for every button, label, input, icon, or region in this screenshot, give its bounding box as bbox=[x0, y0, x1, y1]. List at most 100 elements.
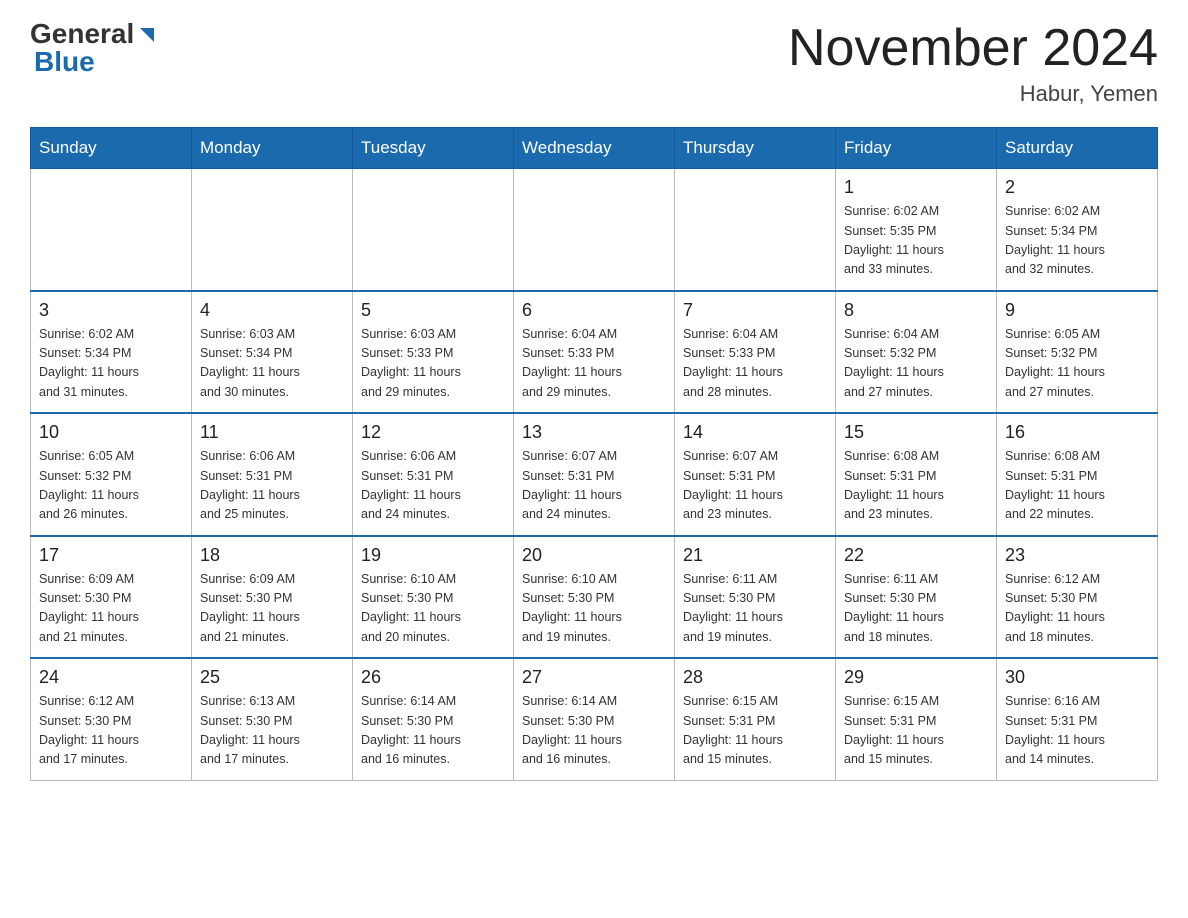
weekday-header-friday: Friday bbox=[836, 128, 997, 169]
day-number: 23 bbox=[1005, 545, 1149, 566]
day-info: Sunrise: 6:02 AMSunset: 5:34 PMDaylight:… bbox=[1005, 202, 1149, 280]
day-number: 11 bbox=[200, 422, 344, 443]
calendar-cell: 12Sunrise: 6:06 AMSunset: 5:31 PMDayligh… bbox=[353, 413, 514, 536]
calendar-week-row: 17 Sunrise: 6:09 AMSunset: 5:30 PMDayligh… bbox=[31, 536, 1158, 659]
day-info: Sunrise: 6:03 AMSunset: 5:33 PMDaylight:… bbox=[361, 325, 505, 403]
month-title: November 2024 bbox=[788, 20, 1158, 77]
logo: General Blue bbox=[30, 20, 158, 76]
calendar-cell bbox=[192, 169, 353, 291]
calendar-cell: 16 Sunrise: 6:08 AMSunset: 5:31 PMDayligh… bbox=[997, 413, 1158, 536]
day-number: 2 bbox=[1005, 177, 1149, 198]
day-number: 18 bbox=[200, 545, 344, 566]
day-info: Sunrise: 6:11 AMSunset: 5:30 PMDaylight:… bbox=[844, 570, 988, 648]
day-info: Sunrise: 6:08 AMSunset: 5:31 PMDaylight:… bbox=[844, 447, 988, 525]
calendar-cell bbox=[675, 169, 836, 291]
calendar-cell: 15 Sunrise: 6:08 AMSunset: 5:31 PMDayligh… bbox=[836, 413, 997, 536]
day-number: 20 bbox=[522, 545, 666, 566]
calendar-cell: 23Sunrise: 6:12 AMSunset: 5:30 PMDayligh… bbox=[997, 536, 1158, 659]
day-number: 4 bbox=[200, 300, 344, 321]
day-info: Sunrise: 6:14 AMSunset: 5:30 PMDaylight:… bbox=[522, 692, 666, 770]
day-number: 24 bbox=[39, 667, 183, 688]
day-info: Sunrise: 6:07 AMSunset: 5:31 PMDaylight:… bbox=[683, 447, 827, 525]
day-info: Sunrise: 6:06 AMSunset: 5:31 PMDaylight:… bbox=[200, 447, 344, 525]
weekday-header-sunday: Sunday bbox=[31, 128, 192, 169]
day-info: Sunrise: 6:09 AMSunset: 5:30 PMDaylight:… bbox=[39, 570, 183, 648]
day-info: Sunrise: 6:15 AMSunset: 5:31 PMDaylight:… bbox=[683, 692, 827, 770]
day-number: 22 bbox=[844, 545, 988, 566]
calendar-cell: 26Sunrise: 6:14 AMSunset: 5:30 PMDayligh… bbox=[353, 658, 514, 780]
day-info: Sunrise: 6:04 AMSunset: 5:33 PMDaylight:… bbox=[522, 325, 666, 403]
day-info: Sunrise: 6:12 AMSunset: 5:30 PMDaylight:… bbox=[39, 692, 183, 770]
calendar-cell: 17 Sunrise: 6:09 AMSunset: 5:30 PMDayligh… bbox=[31, 536, 192, 659]
day-number: 14 bbox=[683, 422, 827, 443]
day-info: Sunrise: 6:10 AMSunset: 5:30 PMDaylight:… bbox=[522, 570, 666, 648]
day-info: Sunrise: 6:04 AMSunset: 5:32 PMDaylight:… bbox=[844, 325, 988, 403]
day-info: Sunrise: 6:05 AMSunset: 5:32 PMDaylight:… bbox=[39, 447, 183, 525]
day-number: 13 bbox=[522, 422, 666, 443]
calendar-cell: 5 Sunrise: 6:03 AMSunset: 5:33 PMDaylight… bbox=[353, 291, 514, 414]
day-number: 16 bbox=[1005, 422, 1149, 443]
day-number: 9 bbox=[1005, 300, 1149, 321]
title-area: November 2024 Habur, Yemen bbox=[788, 20, 1158, 107]
calendar-cell: 14 Sunrise: 6:07 AMSunset: 5:31 PMDayligh… bbox=[675, 413, 836, 536]
calendar-cell: 1Sunrise: 6:02 AMSunset: 5:35 PMDaylight… bbox=[836, 169, 997, 291]
day-info: Sunrise: 6:06 AMSunset: 5:31 PMDaylight:… bbox=[361, 447, 505, 525]
weekday-header-tuesday: Tuesday bbox=[353, 128, 514, 169]
calendar-cell: 11 Sunrise: 6:06 AMSunset: 5:31 PMDayligh… bbox=[192, 413, 353, 536]
day-number: 7 bbox=[683, 300, 827, 321]
day-info: Sunrise: 6:02 AMSunset: 5:34 PMDaylight:… bbox=[39, 325, 183, 403]
calendar-cell: 4Sunrise: 6:03 AMSunset: 5:34 PMDaylight… bbox=[192, 291, 353, 414]
day-number: 5 bbox=[361, 300, 505, 321]
day-number: 25 bbox=[200, 667, 344, 688]
calendar-cell: 21Sunrise: 6:11 AMSunset: 5:30 PMDayligh… bbox=[675, 536, 836, 659]
calendar-cell: 2 Sunrise: 6:02 AMSunset: 5:34 PMDaylight… bbox=[997, 169, 1158, 291]
weekday-header-monday: Monday bbox=[192, 128, 353, 169]
day-number: 27 bbox=[522, 667, 666, 688]
calendar-week-row: 1Sunrise: 6:02 AMSunset: 5:35 PMDaylight… bbox=[31, 169, 1158, 291]
calendar-cell: 24 Sunrise: 6:12 AMSunset: 5:30 PMDayligh… bbox=[31, 658, 192, 780]
location: Habur, Yemen bbox=[788, 81, 1158, 107]
day-number: 15 bbox=[844, 422, 988, 443]
calendar-cell: 10 Sunrise: 6:05 AMSunset: 5:32 PMDayligh… bbox=[31, 413, 192, 536]
day-number: 29 bbox=[844, 667, 988, 688]
weekday-header-wednesday: Wednesday bbox=[514, 128, 675, 169]
calendar-cell: 3 Sunrise: 6:02 AMSunset: 5:34 PMDaylight… bbox=[31, 291, 192, 414]
day-number: 1 bbox=[844, 177, 988, 198]
day-number: 10 bbox=[39, 422, 183, 443]
day-info: Sunrise: 6:05 AMSunset: 5:32 PMDaylight:… bbox=[1005, 325, 1149, 403]
calendar-cell: 29 Sunrise: 6:15 AMSunset: 5:31 PMDayligh… bbox=[836, 658, 997, 780]
weekday-header-thursday: Thursday bbox=[675, 128, 836, 169]
calendar-week-row: 3 Sunrise: 6:02 AMSunset: 5:34 PMDaylight… bbox=[31, 291, 1158, 414]
day-info: Sunrise: 6:16 AMSunset: 5:31 PMDaylight:… bbox=[1005, 692, 1149, 770]
calendar-cell: 6 Sunrise: 6:04 AMSunset: 5:33 PMDaylight… bbox=[514, 291, 675, 414]
day-number: 6 bbox=[522, 300, 666, 321]
calendar-cell: 19Sunrise: 6:10 AMSunset: 5:30 PMDayligh… bbox=[353, 536, 514, 659]
day-number: 3 bbox=[39, 300, 183, 321]
calendar-cell: 30Sunrise: 6:16 AMSunset: 5:31 PMDayligh… bbox=[997, 658, 1158, 780]
logo-blue: Blue bbox=[34, 46, 95, 77]
calendar-cell bbox=[514, 169, 675, 291]
calendar-cell: 28Sunrise: 6:15 AMSunset: 5:31 PMDayligh… bbox=[675, 658, 836, 780]
day-info: Sunrise: 6:15 AMSunset: 5:31 PMDaylight:… bbox=[844, 692, 988, 770]
day-number: 26 bbox=[361, 667, 505, 688]
day-info: Sunrise: 6:11 AMSunset: 5:30 PMDaylight:… bbox=[683, 570, 827, 648]
calendar-cell: 27 Sunrise: 6:14 AMSunset: 5:30 PMDayligh… bbox=[514, 658, 675, 780]
calendar-cell: 7 Sunrise: 6:04 AMSunset: 5:33 PMDaylight… bbox=[675, 291, 836, 414]
calendar-cell: 20 Sunrise: 6:10 AMSunset: 5:30 PMDayligh… bbox=[514, 536, 675, 659]
calendar-cell bbox=[353, 169, 514, 291]
day-info: Sunrise: 6:10 AMSunset: 5:30 PMDaylight:… bbox=[361, 570, 505, 648]
day-info: Sunrise: 6:04 AMSunset: 5:33 PMDaylight:… bbox=[683, 325, 827, 403]
calendar-week-row: 10 Sunrise: 6:05 AMSunset: 5:32 PMDayligh… bbox=[31, 413, 1158, 536]
day-number: 17 bbox=[39, 545, 183, 566]
calendar-cell: 9 Sunrise: 6:05 AMSunset: 5:32 PMDaylight… bbox=[997, 291, 1158, 414]
calendar-cell: 22 Sunrise: 6:11 AMSunset: 5:30 PMDayligh… bbox=[836, 536, 997, 659]
calendar-cell bbox=[31, 169, 192, 291]
calendar-cell: 18 Sunrise: 6:09 AMSunset: 5:30 PMDayligh… bbox=[192, 536, 353, 659]
logo-triangle-icon bbox=[136, 24, 158, 46]
day-info: Sunrise: 6:09 AMSunset: 5:30 PMDaylight:… bbox=[200, 570, 344, 648]
day-number: 8 bbox=[844, 300, 988, 321]
calendar-cell: 13 Sunrise: 6:07 AMSunset: 5:31 PMDayligh… bbox=[514, 413, 675, 536]
day-info: Sunrise: 6:07 AMSunset: 5:31 PMDaylight:… bbox=[522, 447, 666, 525]
day-info: Sunrise: 6:08 AMSunset: 5:31 PMDaylight:… bbox=[1005, 447, 1149, 525]
calendar-table: SundayMondayTuesdayWednesdayThursdayFrid… bbox=[30, 127, 1158, 781]
